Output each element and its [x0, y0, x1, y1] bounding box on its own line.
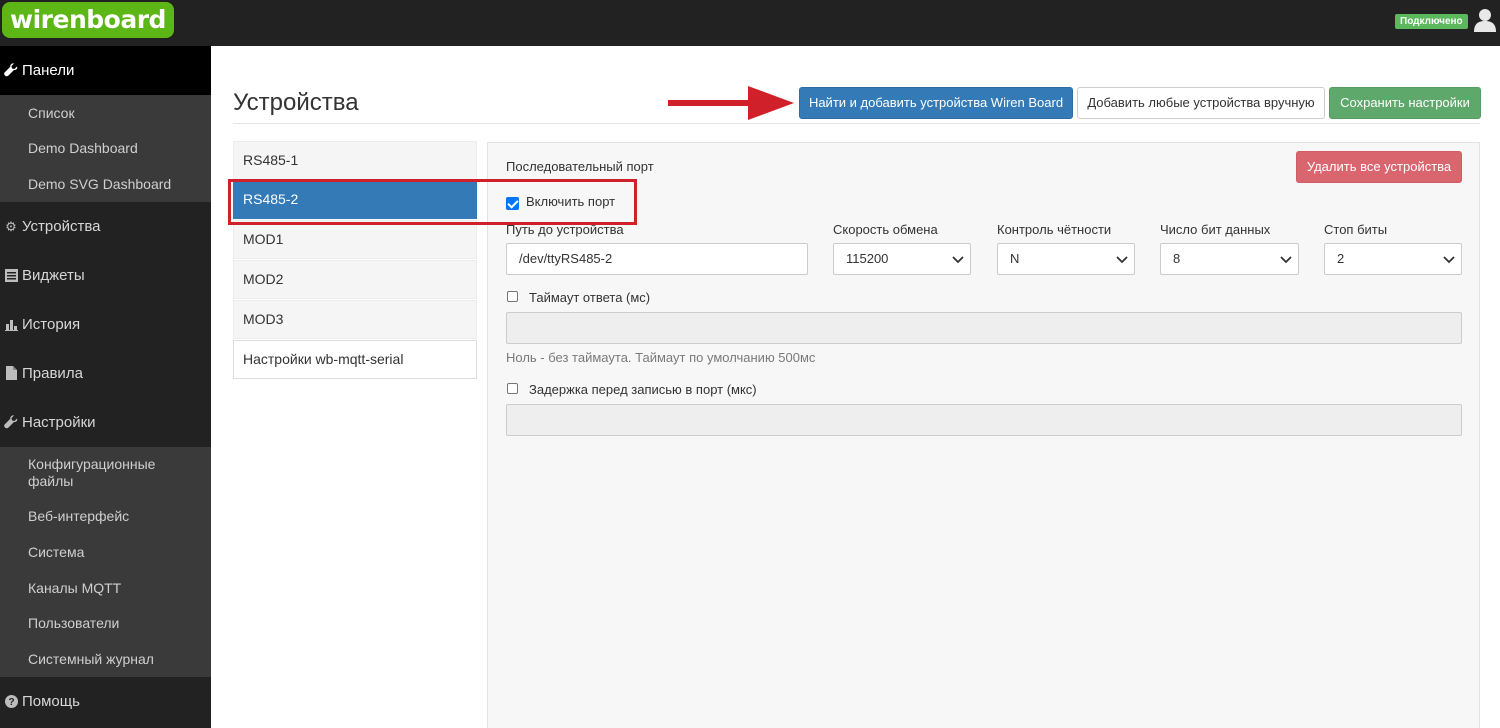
baud-select[interactable]: 115200 [833, 243, 971, 275]
timeout-input[interactable] [506, 312, 1462, 344]
parity-value: N [1010, 251, 1020, 266]
sidebar-subitem-list[interactable]: Список [0, 105, 211, 122]
delay-input[interactable] [506, 404, 1462, 436]
save-settings-button[interactable]: Сохранить настройки [1329, 87, 1481, 119]
add-manual-devices-button[interactable]: Добавить любые устройства вручную [1077, 87, 1325, 119]
enable-port-checkbox[interactable] [506, 197, 519, 210]
chevron-down-icon [1443, 256, 1455, 264]
path-label: Путь до устройства [506, 222, 624, 237]
annotation-arrow [668, 86, 794, 120]
data-bits-value: 8 [1173, 251, 1181, 266]
port-tab-wb-mqtt-serial-settings[interactable]: Настройки wb-mqtt-serial [233, 340, 477, 379]
data-bits-select[interactable]: 8 [1160, 243, 1299, 275]
panels-submenu: Список Demo Dashboard Demo SVG Dashboard [0, 95, 211, 202]
question-icon: ? [3, 677, 19, 726]
sidebar-subitem-system[interactable]: Система [0, 544, 211, 561]
parity-select[interactable]: N [997, 243, 1135, 275]
sidebar-item-label: Виджеты [22, 267, 85, 284]
port-tab-rs485-2[interactable]: RS485-2 [233, 180, 477, 219]
scan-devices-button[interactable]: Найти и добавить устройства Wiren Board [799, 87, 1073, 119]
chevron-down-icon [1116, 256, 1128, 264]
chevron-down-icon [1280, 256, 1292, 264]
data-bits-label: Число бит данных [1160, 222, 1271, 237]
sidebar-item-label: Настройки [22, 414, 96, 431]
sidebar-subitem-demo-dashboard[interactable]: Demo Dashboard [0, 140, 211, 157]
sidebar-item-label: Помощь [22, 693, 80, 710]
sidebar-subitem-demo-svg-dashboard[interactable]: Demo SVG Dashboard [0, 176, 211, 193]
sidebar-item-widgets[interactable]: Виджеты [0, 251, 211, 300]
wrench-icon [3, 398, 19, 447]
bar-chart-icon [3, 300, 19, 349]
port-tab-mod3[interactable]: MOD3 [233, 300, 477, 339]
stop-bits-value: 2 [1337, 251, 1345, 266]
path-input[interactable]: /dev/ttyRS485-2 [506, 243, 808, 275]
sidebar-item-label: Устройства [22, 218, 101, 235]
delay-label: Задержка перед записью в порт (мкс) [529, 382, 757, 397]
sidebar-item-label: Панели [22, 62, 75, 79]
baud-label: Скорость обмена [833, 222, 938, 237]
port-tab-mod1[interactable]: MOD1 [233, 220, 477, 259]
sidebar-subitem-config-files[interactable]: Конфигурационные файлы [0, 456, 180, 490]
sidebar-item-panels[interactable]: Панели [0, 46, 211, 95]
delay-checkbox[interactable] [507, 383, 518, 394]
file-icon [3, 349, 19, 398]
timeout-label: Таймаут ответа (мс) [529, 290, 651, 305]
sidebar-subitem-mqtt-channels[interactable]: Каналы MQTT [0, 580, 211, 597]
wirenboard-logo[interactable]: wirenboard [2, 2, 174, 38]
top-navbar: wirenboard Подключено [0, 0, 1500, 46]
sidebar-item-devices[interactable]: ⚙ Устройства [0, 202, 211, 251]
sidebar-item-label: История [22, 316, 81, 333]
sidebar-item-history[interactable]: История [0, 300, 211, 349]
sidebar-item-help[interactable]: ? Помощь [0, 677, 211, 726]
divider [233, 123, 1480, 124]
baud-value: 115200 [846, 251, 889, 266]
sidebar-subitem-users[interactable]: Пользователи [0, 615, 211, 632]
port-tab-mod2[interactable]: MOD2 [233, 260, 477, 299]
section-title: Последовательный порт [506, 159, 654, 174]
sidebar-item-label: Правила [22, 365, 83, 382]
wrench-icon [3, 46, 19, 95]
port-tab-rs485-1[interactable]: RS485-1 [233, 141, 477, 180]
stop-bits-select[interactable]: 2 [1324, 243, 1462, 275]
list-icon [3, 251, 19, 300]
page-title: Устройства [233, 89, 359, 116]
svg-text:?: ? [8, 697, 14, 708]
parity-label: Контроль чётности [997, 222, 1112, 237]
timeout-help-text: Ноль - без таймаута. Таймаут по умолчани… [506, 350, 816, 365]
timeout-checkbox[interactable] [507, 291, 518, 302]
enable-port-label: Включить порт [526, 194, 616, 209]
stop-bits-label: Стоп биты [1324, 222, 1388, 237]
sidebar-subitem-web-ui[interactable]: Веб-интерфейс [0, 508, 211, 525]
sidebar-subitem-system-log[interactable]: Системный журнал [0, 651, 211, 668]
sidebar-item-rules[interactable]: Правила [0, 349, 211, 398]
delete-all-devices-button[interactable]: Удалить все устройства [1296, 151, 1462, 183]
user-icon[interactable] [1474, 8, 1496, 32]
gear-icon: ⚙ [5, 219, 17, 234]
settings-submenu: Конфигурационные файлы Веб-интерфейс Сис… [0, 447, 211, 677]
sidebar: Панели Список Demo Dashboard Demo SVG Da… [0, 46, 211, 728]
chevron-down-icon [952, 256, 964, 264]
connection-status-badge: Подключено [1395, 14, 1468, 29]
sidebar-item-settings[interactable]: Настройки [0, 398, 211, 447]
